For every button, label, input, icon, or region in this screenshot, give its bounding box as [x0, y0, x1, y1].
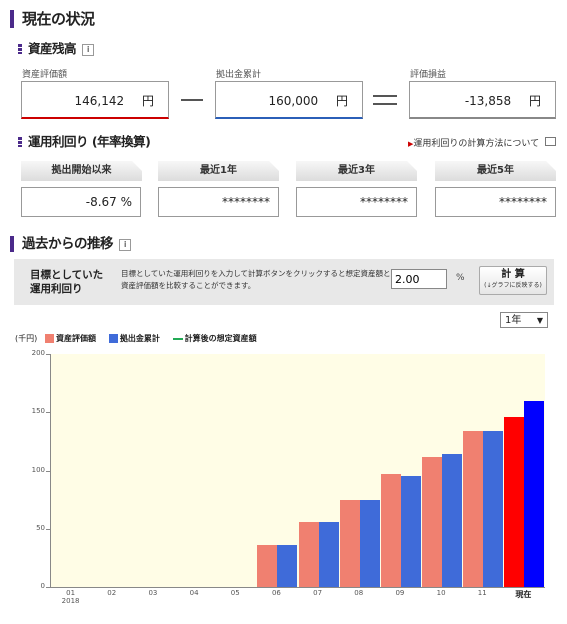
period-select-value: 1年: [505, 315, 522, 326]
calc-method-link[interactable]: ▶運用利回りの計算方法について: [408, 136, 556, 149]
legend-swatch-contrib: [108, 334, 118, 343]
tab-since-start: 拠出開始以来: [21, 161, 142, 181]
calc-method-link-label: 運用利回りの計算方法について: [413, 139, 540, 149]
history-heading: 過去からの推移 i: [10, 236, 131, 252]
y-tick-mark: [46, 587, 50, 588]
period-select[interactable]: 1年 ▼: [500, 312, 548, 328]
bar-contrib: [442, 454, 463, 587]
x-tick-label: 03: [148, 589, 158, 597]
page-title: 現在の状況: [10, 10, 95, 28]
contrib-value-box: 160,000 円: [215, 81, 363, 119]
asset-label: 資産評価額: [22, 70, 68, 80]
legend-expected: 計算後の想定資産額: [184, 334, 257, 343]
y-tick-label: 100: [31, 465, 45, 474]
x-year-label: 2018: [61, 597, 80, 605]
x-tick-label: 05: [230, 589, 240, 597]
calculate-button-note: (↓グラフに反映する): [484, 282, 542, 289]
target-rate-input[interactable]: [391, 269, 447, 289]
target-rate-label: 目標としていた運用利回り: [30, 269, 104, 295]
bar-contrib: [524, 400, 545, 587]
external-window-icon: [545, 137, 556, 146]
history-heading-label: 過去からの推移: [22, 236, 114, 252]
returns-heading: 運用利回り (年率換算): [18, 134, 151, 150]
tab-5-year: 最近5年: [435, 161, 556, 181]
bar-asset: [380, 473, 401, 587]
bar-asset: [422, 456, 443, 587]
gain-label: 評価損益: [410, 70, 447, 80]
chart-unit-label: (千円): [15, 334, 38, 343]
x-tick-label: 10: [436, 589, 446, 597]
x-tick-label: 11: [477, 589, 487, 597]
x-tick-label: 02: [107, 589, 117, 597]
bar-contrib: [318, 521, 339, 587]
equals-sign-bottom: [373, 103, 397, 105]
x-tick-label: 01: [66, 589, 76, 597]
return-since-start: -8.67 %: [21, 187, 141, 217]
info-icon[interactable]: i: [119, 239, 131, 251]
y-tick-mark: [46, 470, 50, 472]
y-tick-label: 200: [31, 349, 45, 357]
legend-asset: 資産評価額: [56, 334, 97, 343]
target-rate-unit: %: [456, 273, 465, 283]
calculate-button-label: 計 算: [501, 269, 525, 280]
y-tick-label: 150: [31, 407, 45, 416]
bar-contrib: [277, 545, 298, 587]
bar-contrib: [359, 499, 380, 587]
bar-asset: [257, 545, 278, 587]
contrib-value: 160,000: [268, 94, 319, 108]
balance-heading-label: 資産残高: [28, 41, 77, 56]
y-tick-mark: [46, 412, 50, 414]
contrib-label: 拠出金累計: [216, 70, 262, 80]
chart-legend: (千円) 資産評価額 拠出金累計 計算後の想定資産額: [15, 333, 257, 344]
bar-asset: [504, 416, 525, 587]
legend-swatch-line: [172, 337, 183, 340]
asset-value: 146,142: [74, 94, 125, 108]
y-tick-mark: [46, 528, 50, 530]
x-tick-label: 現在: [515, 590, 532, 599]
y-tick-label: 0: [40, 582, 45, 590]
y-tick-label: 50: [36, 523, 45, 532]
target-rate-panel: 目標としていた運用利回り 目標としていた運用利回りを入力して計算ボタンをクリック…: [14, 259, 554, 305]
bar-asset: [298, 521, 319, 587]
return-3-year: ********: [296, 187, 417, 217]
gain-value: -13,858: [464, 94, 512, 108]
gain-unit: 円: [528, 94, 541, 108]
calculate-button[interactable]: 計 算 (↓グラフに反映する): [479, 266, 547, 295]
x-tick-label: 07: [313, 589, 323, 597]
balance-heading: 資産残高 i: [18, 41, 95, 57]
legend-contrib: 拠出金累計: [119, 334, 160, 343]
equals-sign-top: [373, 95, 397, 97]
return-1-year: ********: [158, 187, 279, 217]
asset-value-box: 146,142 円: [21, 81, 169, 119]
asset-unit: 円: [141, 94, 154, 108]
gain-value-box: -13,858 円: [409, 81, 556, 119]
tab-1-year: 最近1年: [158, 161, 279, 181]
info-icon[interactable]: i: [82, 44, 95, 56]
bar-contrib: [483, 430, 504, 587]
chart-plot-area: [50, 354, 545, 588]
minus-sign: [181, 99, 203, 101]
tab-3-year: 最近3年: [296, 161, 417, 181]
x-tick-label: 08: [354, 589, 364, 597]
return-5-year: ********: [435, 187, 556, 217]
x-tick-label: 06: [271, 589, 281, 597]
bar-contrib: [400, 476, 421, 587]
x-tick-label: 09: [395, 589, 405, 597]
legend-swatch-asset: [45, 334, 55, 343]
bar-asset: [339, 499, 360, 587]
x-tick-label: 04: [189, 589, 199, 597]
contrib-unit: 円: [335, 94, 348, 108]
target-rate-description: 目標としていた運用利回りを入力して計算ボタンをクリックすると想定資産額と資産評価…: [121, 269, 391, 290]
chevron-down-icon: ▼: [536, 316, 543, 325]
y-tick-mark: [46, 354, 50, 355]
bar-asset: [463, 430, 484, 587]
